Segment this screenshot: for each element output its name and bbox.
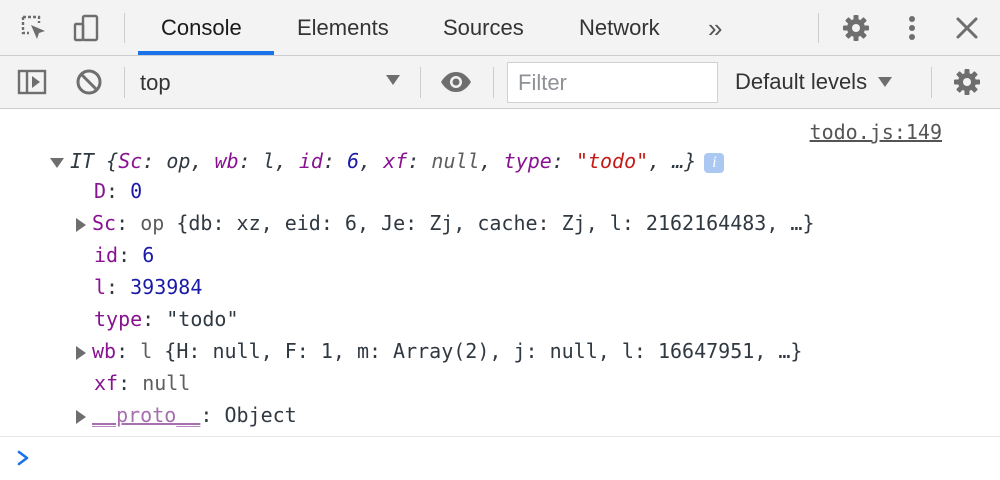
property-row: id: 6 [94,243,155,267]
property-row[interactable]: Sc: op {db: xz, eid: 6, Je: Zj, cache: Z… [76,208,815,238]
toolbar-divider [420,67,421,98]
show-sidebar-icon[interactable] [12,62,52,102]
object-preview: {H: null, F: 1, m: Array(2), j: null, l:… [164,339,803,363]
prompt-chevron-icon [17,450,29,466]
close-icon[interactable] [947,8,987,48]
console-output: todo.js:149 IT {Sc: op, wb: l, id: 6, xf… [0,110,1000,435]
source-link[interactable]: todo.js:149 [810,120,942,144]
object-preview: {db: xz, eid: 6, Je: Zj, cache: Zj, l: 2… [176,211,815,235]
console-prompt[interactable] [0,436,1000,480]
chevron-double-right-icon[interactable]: » [708,0,722,56]
property-row: xf: null [94,371,191,395]
kebab-menu-icon[interactable] [892,8,932,48]
live-expression-eye-icon[interactable] [436,62,476,102]
property-row[interactable]: __proto__: Object [76,400,297,430]
gear-icon[interactable] [947,62,987,102]
device-toolbar-icon[interactable] [66,8,106,48]
devtools-tab-bar: Console Elements Sources Network » [0,0,1000,56]
tab-elements[interactable]: Elements [297,0,389,56]
property-row: type: "todo" [94,307,239,331]
js-context-label: top [140,70,171,95]
toolbar-divider [124,67,125,98]
js-context-select[interactable]: top [140,66,408,100]
active-tab-indicator [138,51,274,55]
toolbar-divider [124,13,125,43]
expand-triangle-icon[interactable] [76,409,86,424]
tab-console[interactable]: Console [161,0,242,56]
object-header[interactable]: IT {Sc: op, wb: l, id: 6, xf: null, type… [50,146,725,176]
log-levels-dropdown[interactable]: Default levels [735,60,893,104]
tab-network[interactable]: Network [579,0,660,56]
clear-console-icon[interactable] [69,62,109,102]
tab-sources[interactable]: Sources [443,0,524,56]
toolbar-divider [818,13,819,43]
info-icon[interactable]: i [704,152,725,173]
expand-triangle-icon[interactable] [50,157,64,168]
filter-input[interactable] [507,62,718,103]
chevron-down-icon [878,77,893,87]
inspect-element-icon[interactable] [14,8,54,48]
chevron-down-icon[interactable] [385,73,401,91]
property-row[interactable]: wb: l {H: null, F: 1, m: Array(2), j: nu… [76,336,802,366]
toolbar-divider [493,67,494,98]
property-row: l: 393984 [94,275,203,299]
expand-triangle-icon[interactable] [76,345,86,360]
log-levels-label: Default levels [735,69,868,94]
property-row: D: 0 [94,179,143,203]
expand-triangle-icon[interactable] [76,217,86,232]
gear-icon[interactable] [836,8,876,48]
toolbar-divider [931,67,932,98]
